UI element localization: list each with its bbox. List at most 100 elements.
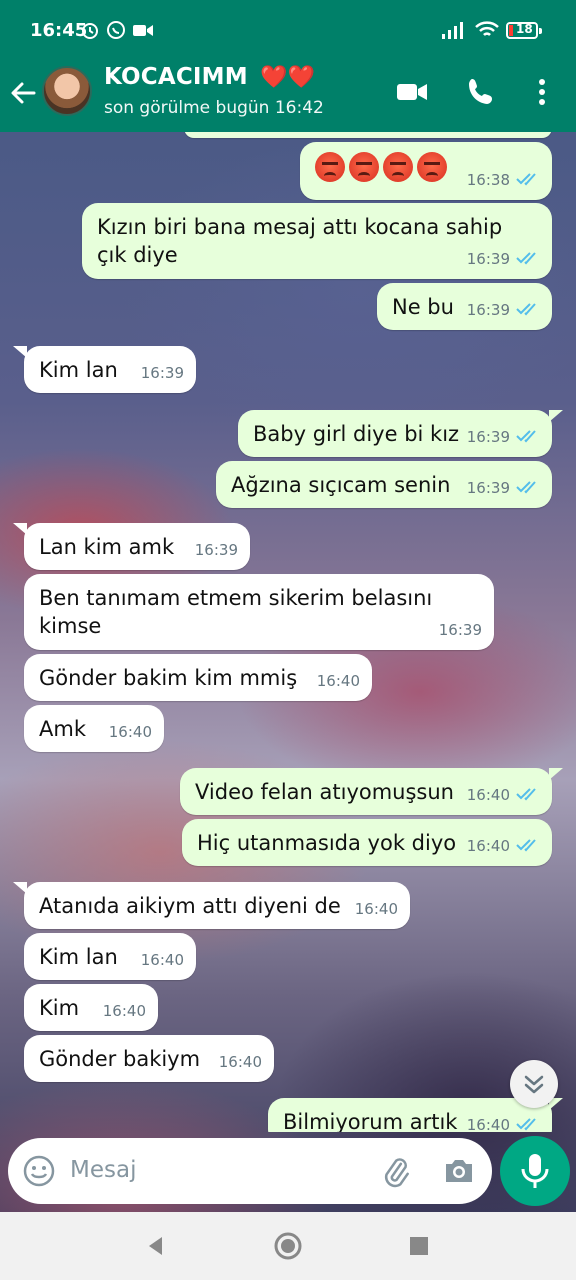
outgoing-message[interactable]: Baby girl diye bi kız 16:39 [238,410,563,457]
signal-icon [442,22,463,39]
incoming-message[interactable]: Ben tanımam etmem sikerim belasını kimse… [24,574,494,650]
system-navigation-bar [0,1212,576,1280]
phone-icon[interactable] [466,76,496,106]
microphone-icon [521,1154,549,1188]
message-text: Kim [39,996,80,1020]
message-meta: 16:39 [195,536,238,564]
read-ticks-icon [516,303,536,316]
incoming-message[interactable]: Gönder bakim kim mmiş 16:40 [24,654,372,701]
message-text: Gönder bakiym [39,1047,201,1071]
paperclip-icon[interactable] [378,1154,412,1188]
incoming-message[interactable]: Kim lan 16:39 [13,346,196,393]
message-meta: 16:40 [103,997,146,1025]
message-meta: 16:40 [467,781,540,809]
read-ticks-icon [516,430,536,443]
message-text: Baby girl diye bi kız [253,422,460,446]
read-ticks-icon [516,252,536,265]
message-time: 16:40 [466,1116,510,1132]
scroll-to-bottom-button[interactable] [510,1060,558,1108]
message-time: 16:39 [466,301,510,319]
whatsapp-notification-icon [107,21,125,39]
status-bar: 16:45 18 [0,0,576,62]
message-text: Lan kim amk [39,535,175,559]
message-time: 16:39 [466,250,510,268]
message-meta: 16:39 [467,474,540,502]
voice-message-button[interactable] [500,1136,570,1206]
message-meta: 16:40 [317,667,360,695]
read-ticks-icon [516,481,536,494]
message-time: 16:39 [438,621,482,639]
video-camera-icon[interactable] [396,76,428,108]
nav-recents-icon[interactable] [408,1235,430,1257]
message-time: 16:39 [140,364,184,382]
angry-face-emoji [349,152,379,182]
outgoing-message[interactable]: Video felan atıyomuşsun 16:40 [180,768,563,815]
contact-name[interactable]: KOCACIMM ❤️❤️ [104,64,315,90]
nav-home-icon[interactable] [273,1231,303,1261]
outgoing-message[interactable]: Kızın biri bana mesaj attı kocana sahip … [82,203,552,279]
message-text: Ben tanımam etmem sikerim belasını kimse [39,586,433,638]
incoming-message[interactable]: Kim lan 16:40 [24,933,196,980]
message-time: 16:40 [108,723,152,741]
message-time: 16:40 [466,786,510,804]
message-meta: 16:38 [467,166,540,194]
message-time: 16:38 [466,171,510,189]
message-text: Bilmiyorum artık [283,1110,458,1132]
message-meta: 16:39 [141,359,184,387]
status-time: 16:45 [30,20,88,41]
read-ticks-icon [516,788,536,801]
outgoing-message[interactable]: 16:38 [300,142,552,200]
message-list[interactable]: 16:38 Kızın biri bana mesaj attı kocana … [0,132,576,1132]
message-meta: 16:39 [467,423,540,451]
incoming-message[interactable]: Lan kim amk 16:39 [13,523,250,570]
outgoing-message[interactable]: Ağzına sıçıcam senin 16:39 [216,461,552,508]
message-time: 16:40 [316,672,360,690]
outgoing-message[interactable]: Ne bu 16:39 [377,283,552,330]
message-text: Gönder bakim kim mmiş [39,666,298,690]
message-time: 16:40 [466,837,510,855]
incoming-message[interactable]: Gönder bakiym 16:40 [24,1035,274,1082]
message-meta: 16:40 [355,895,398,923]
arrow-left-icon[interactable] [8,78,38,108]
message-text: Video felan atıyomuşsun [195,780,454,804]
message-text: Kızın biri bana mesaj attı kocana sahip … [97,215,503,267]
nav-back-icon[interactable] [144,1234,168,1258]
double-chevron-down-icon [524,1075,544,1094]
incoming-message[interactable]: Kim 16:40 [24,984,158,1031]
message-time: 16:40 [218,1053,262,1071]
message-input[interactable]: Mesaj [70,1157,136,1183]
app-header: 16:45 18 KOCACIMM ❤️❤️ son görülme bugün… [0,0,576,132]
last-seen-status: son görülme bugün 16:42 [104,98,324,118]
message-text: Ağzına sıçıcam senin [231,473,451,497]
contact-hearts: ❤️❤️ [260,65,316,90]
message-text: Atanıda aikiym attı diyeni de [39,894,341,918]
message-text: Amk [39,717,86,741]
message-meta: 16:40 [219,1048,262,1076]
angry-face-emoji [417,152,447,182]
message-meta: 16:40 [141,946,184,974]
outgoing-message[interactable]: Hiç utanmasıda yok diyo 16:40 [182,819,552,866]
angry-face-emoji [315,152,345,182]
contact-avatar[interactable] [42,66,92,116]
more-vertical-icon[interactable] [532,76,552,108]
incoming-message[interactable]: Atanıda aikiym attı diyeni de 16:40 [13,882,410,929]
message-time: 16:39 [466,479,510,497]
message-composer[interactable]: Mesaj [8,1138,492,1204]
emoji-icon[interactable] [22,1154,56,1188]
message-meta: 16:40 [109,718,152,746]
read-ticks-icon [516,1118,536,1131]
alarm-icon [82,23,98,39]
message-time: 16:39 [466,428,510,446]
message-text: Hiç utanmasıda yok diyo [197,831,457,855]
contact-name-text: KOCACIMM [104,64,248,90]
battery-indicator: 18 [506,22,542,39]
message-meta: 16:39 [439,616,482,644]
message-meta: 16:40 [467,832,540,860]
camera-icon[interactable] [442,1154,476,1188]
message-time: 16:40 [354,900,398,918]
read-ticks-icon [516,173,536,186]
message-time: 16:40 [140,951,184,969]
battery-level: 18 [516,22,533,36]
incoming-message[interactable]: Amk 16:40 [24,705,164,752]
angry-face-emoji [383,152,413,182]
